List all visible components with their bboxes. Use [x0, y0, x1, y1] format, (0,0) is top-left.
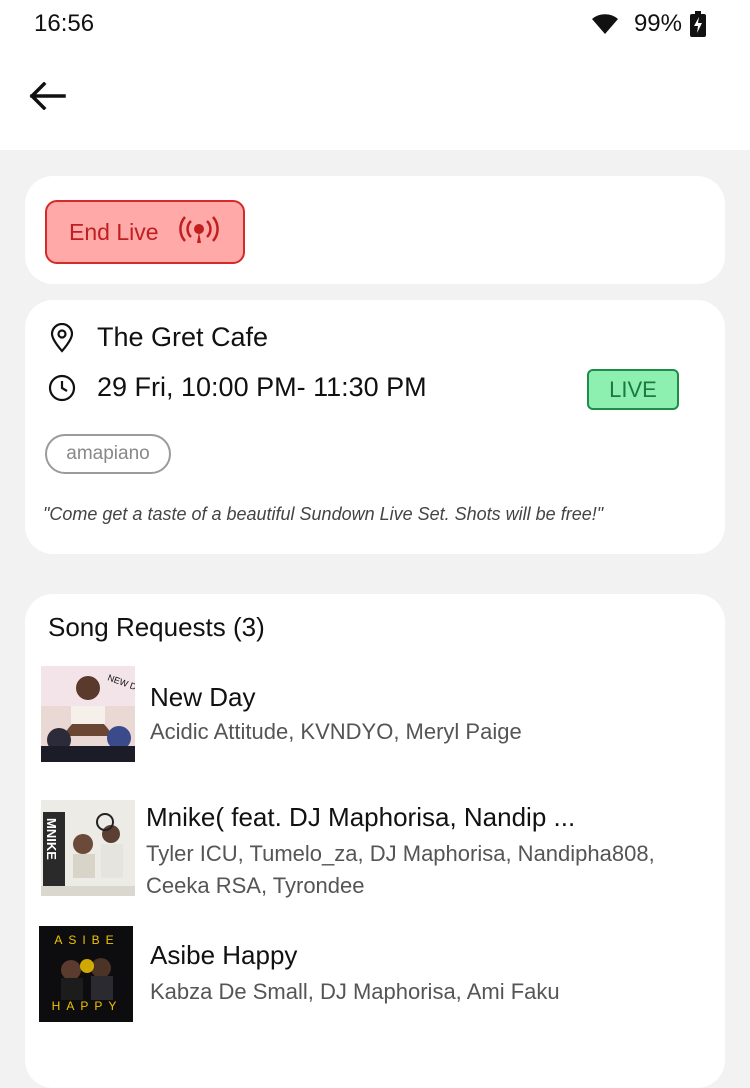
live-control-card: End Live — [25, 176, 725, 284]
svg-text:ASIBE: ASIBE — [54, 933, 119, 947]
battery-percent: 99% — [633, 10, 682, 37]
album-art: NEW DAY — [41, 666, 135, 762]
battery-icon — [690, 11, 706, 37]
end-live-button[interactable]: End Live — [45, 200, 245, 264]
venue-name: The Gret Cafe — [97, 322, 269, 352]
event-time: 29 Fri, 10:00 PM- 11:30 PM — [97, 372, 427, 402]
song-artists-line-1: Tyler ICU, Tumelo_za, DJ Maphorisa, Nand… — [146, 841, 655, 866]
album-art: MNIKE — [41, 800, 135, 896]
song-title: Asibe Happy — [150, 940, 298, 970]
song-requests-title: Song Requests (3) — [48, 612, 265, 642]
app-bar — [0, 48, 750, 150]
status-bar: 16:56 99% — [0, 0, 750, 48]
svg-text:HAPPY: HAPPY — [52, 999, 123, 1013]
svg-text:MNIKE: MNIKE — [44, 818, 59, 860]
broadcast-icon — [178, 216, 219, 243]
status-time: 16:56 — [34, 10, 95, 37]
song-requests-card: Song Requests (3) NEW DAY New Day Acidic… — [25, 594, 725, 1088]
status-icons: 99% — [590, 10, 706, 38]
venue-row: The Gret Cafe — [47, 322, 268, 353]
back-arrow-icon — [29, 82, 66, 110]
event-description: "Come get a taste of a beautiful Sundown… — [43, 504, 604, 524]
song-artists: Kabza De Small, DJ Maphorisa, Ami Faku — [150, 979, 560, 1004]
song-request-item[interactable]: MNIKE Mnike( feat. DJ Maphorisa, Nandip … — [25, 798, 725, 908]
song-request-item[interactable]: ASIBE HAPPY Asibe Happy Kabza De Small, … — [25, 924, 725, 1024]
genre-chip[interactable]: amapiano — [45, 434, 171, 474]
song-title: New Day — [150, 682, 256, 712]
clock-icon — [47, 373, 77, 403]
song-artists: Acidic Attitude, KVNDYO, Meryl Paige — [150, 719, 522, 744]
location-pin-icon — [47, 322, 77, 353]
end-live-label: End Live — [69, 218, 159, 245]
event-details-card: The Gret Cafe 29 Fri, 10:00 PM- 11:30 PM… — [25, 300, 725, 554]
song-artists-line-2: Ceeka RSA, Tyrondee — [146, 873, 365, 898]
album-art: ASIBE HAPPY — [39, 926, 133, 1022]
live-status-badge: LIVE — [587, 369, 679, 410]
song-request-item[interactable]: NEW DAY New Day Acidic Attitude, KVNDYO,… — [25, 664, 725, 764]
wifi-icon — [591, 14, 618, 34]
song-title: Mnike( feat. DJ Maphorisa, Nandip ... — [146, 802, 576, 832]
back-button[interactable] — [24, 76, 70, 116]
time-row: 29 Fri, 10:00 PM- 11:30 PM — [47, 372, 427, 403]
